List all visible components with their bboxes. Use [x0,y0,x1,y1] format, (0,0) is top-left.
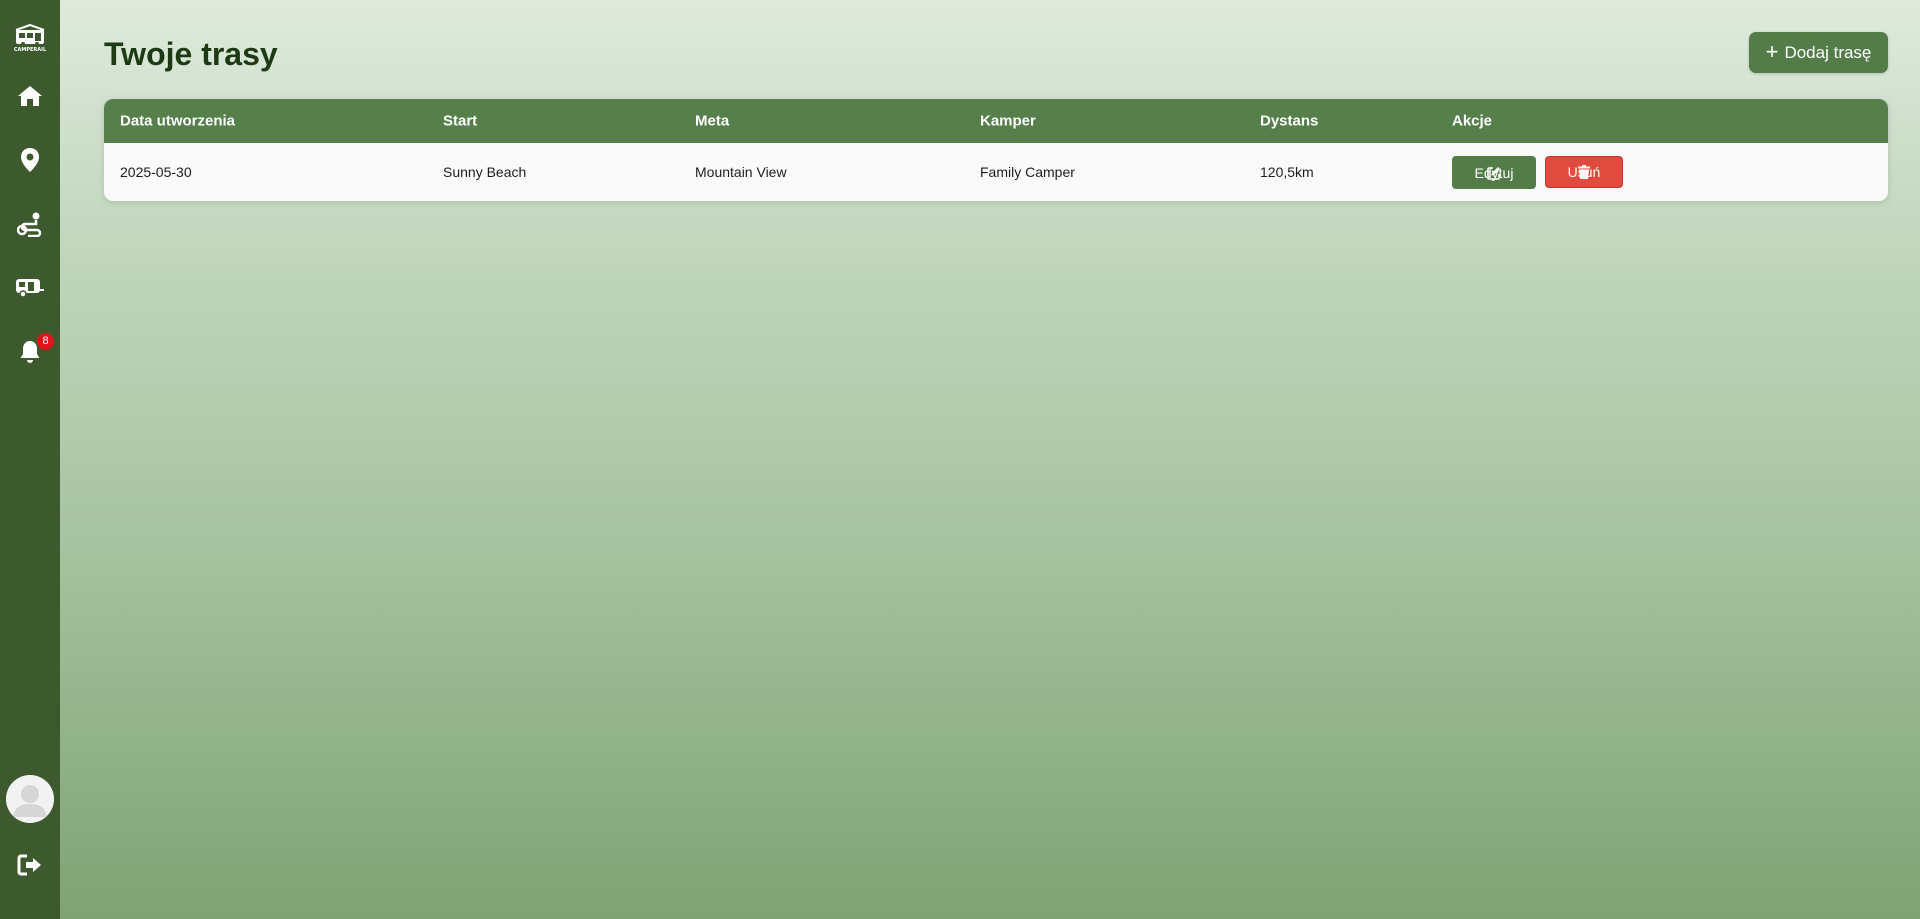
sidebar-item-notifications[interactable]: 8 [0,330,60,374]
cell-camper: Family Camper [980,164,1075,180]
table-row: 2025-05-30 Sunny Beach Mountain View Fam… [104,143,1888,201]
avatar[interactable] [6,775,54,823]
sidebar: CAMPERAIL 8 [0,0,60,919]
table-header: Data utworzenia Start Meta Kamper Dystan… [104,99,1888,143]
app-logo[interactable]: CAMPERAIL [13,24,47,56]
delete-label: Usuń [1567,164,1601,180]
cell-date: 2025-05-30 [120,164,192,180]
map-marker-icon [21,148,39,172]
sidebar-item-campers[interactable] [0,266,60,310]
home-icon [18,86,42,106]
header-date: Data utworzenia [120,112,236,130]
header-start: Start [443,112,478,130]
header-distance: Dystans [1260,112,1319,130]
sidebar-item-home[interactable] [0,74,60,118]
page-title: Twoje trasy [104,36,278,72]
add-route-button[interactable]: + Dodaj trasę [1749,32,1888,73]
header-camper: Kamper [980,112,1036,130]
edit-button[interactable]: Edytuj [1452,156,1536,189]
logo-text: CAMPERAIL [13,47,47,53]
user-avatar-icon [6,775,54,823]
edit-label: Edytuj [1474,164,1514,181]
camper-logo-icon [15,24,45,46]
cell-distance: 120,5km [1260,164,1314,180]
delete-button[interactable]: Usuń [1545,156,1623,188]
logout-icon [17,854,41,876]
sidebar-item-places[interactable] [0,138,60,182]
cell-start: Sunny Beach [443,164,527,180]
route-icon [17,212,42,237]
logout-button[interactable] [17,853,43,881]
notification-badge: 8 [37,333,54,350]
header-actions: Akcje [1452,112,1493,130]
sidebar-item-routes[interactable] [0,202,60,246]
plus-icon: + [1765,38,1779,64]
sidebar-nav: 8 [0,74,60,374]
routes-table: Data utworzenia Start Meta Kamper Dystan… [104,99,1888,201]
add-route-label: Dodaj trasę [1784,42,1872,62]
camper-icon [16,279,44,298]
header-meta: Meta [695,112,730,130]
cell-meta: Mountain View [695,164,787,180]
